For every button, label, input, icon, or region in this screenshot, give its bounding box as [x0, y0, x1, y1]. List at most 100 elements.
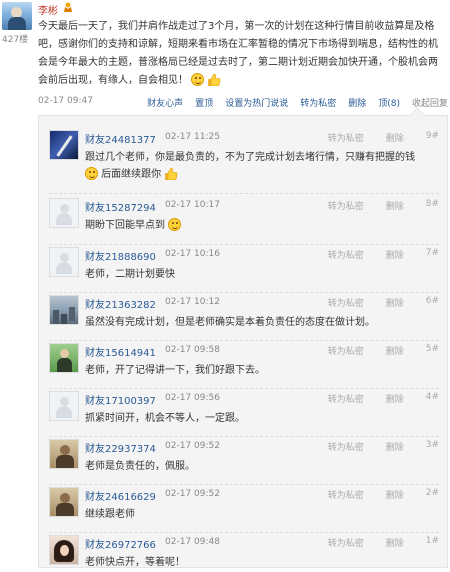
reply-user[interactable]: 财友21888690 — [85, 248, 156, 263]
post-text: 今天最后一天了，我们并肩作战走过了3个月，第一次的计划在这种行情目前收益算是及格… — [38, 21, 438, 86]
divider — [49, 193, 439, 194]
reply-delete-button[interactable]: 删除 — [386, 488, 404, 501]
reply-text: 老师，二期计划要快 — [85, 269, 175, 280]
reply-private-button[interactable]: 转为私密 — [328, 296, 364, 309]
reply-time: 02-17 09:56 — [165, 393, 220, 403]
post-floor-count: 427楼 — [2, 35, 29, 45]
author-avatar[interactable] — [2, 2, 32, 30]
reply-text: 老师，开了记得讲一下，我们好跟下去。 — [85, 365, 265, 376]
divider — [49, 436, 439, 437]
reply-private-button[interactable]: 转为私密 — [328, 392, 364, 405]
reply-item: 财友24616629 02-17 09:52 转为私密 删除 2# 继续跟老师 — [49, 487, 439, 535]
divider — [49, 532, 439, 533]
reply-avatar[interactable] — [49, 295, 79, 325]
author-name[interactable]: 李彬 — [38, 2, 58, 17]
reply-user[interactable]: 财友17100397 — [85, 392, 156, 407]
reply-text: 期盼下回能早点到 — [85, 217, 437, 234]
reply-user[interactable]: 财友24481377 — [85, 131, 156, 146]
reply-item: 财友22937374 02-17 09:52 转为私密 删除 3# 老师是负责任… — [49, 439, 439, 487]
reply-actions: 转为私密 删除 9# — [306, 131, 439, 144]
reply-time: 02-17 10:17 — [165, 200, 220, 210]
reply-floor: 7# — [425, 248, 439, 258]
reply-actions: 转为私密 删除 6# — [306, 296, 439, 309]
reply-text: 老师是负责任的，佩服。 — [85, 461, 195, 472]
reply-private-button[interactable]: 转为私密 — [328, 248, 364, 261]
smile-emoji-icon — [191, 73, 205, 86]
action-pin[interactable]: 置顶 — [195, 96, 213, 109]
reply-item: 财友15614941 02-17 09:58 转为私密 删除 5# 老师，开了记… — [49, 343, 439, 391]
reply-text: 继续跟老师 — [85, 509, 135, 520]
post-actions: 财友心声 置顶 设置为热门说说 转为私密 删除 顶(8) 收起回复 — [135, 96, 448, 109]
reply-floor: 6# — [425, 296, 439, 306]
reply-user[interactable]: 财友24616629 — [85, 488, 156, 503]
reply-floor: 3# — [425, 440, 439, 450]
thumbs-up-icon — [165, 167, 178, 180]
reply-avatar[interactable] — [49, 391, 79, 421]
reply-item: 财友26972766 02-17 09:48 转为私密 删除 1# 老师快点开，… — [49, 535, 439, 568]
reply-actions: 转为私密 删除 5# — [306, 344, 439, 357]
reply-delete-button[interactable]: 删除 — [386, 248, 404, 261]
reply-actions: 转为私密 删除 4# — [306, 392, 439, 405]
reply-item: 财友21363282 02-17 10:12 转为私密 删除 6# 虽然没有完成… — [49, 295, 439, 343]
reply-text: 老师快点开，等着呢！ — [85, 557, 185, 568]
reply-delete-button[interactable]: 删除 — [386, 440, 404, 453]
reply-delete-button[interactable]: 删除 — [386, 296, 404, 309]
reply-delete-button[interactable]: 删除 — [386, 199, 404, 212]
crown-badge-icon — [64, 2, 72, 12]
reply-floor: 2# — [425, 488, 439, 498]
reply-private-button[interactable]: 转为私密 — [328, 440, 364, 453]
smile-emoji-icon — [85, 167, 98, 180]
reply-text-line-2: 后面继续跟你 — [101, 169, 162, 180]
reply-private-button[interactable]: 转为私密 — [328, 344, 364, 357]
reply-delete-button[interactable]: 删除 — [386, 131, 404, 144]
divider — [49, 388, 439, 389]
reply-avatar[interactable] — [49, 439, 79, 469]
reply-avatar[interactable] — [49, 247, 79, 277]
reply-private-button[interactable]: 转为私密 — [328, 488, 364, 501]
reply-floor: 1# — [425, 536, 439, 546]
divider — [49, 244, 439, 245]
reply-avatar[interactable] — [49, 343, 79, 373]
reply-floor: 8# — [425, 199, 439, 209]
reply-user[interactable]: 财友15287294 — [85, 199, 156, 214]
reply-private-button[interactable]: 转为私密 — [328, 536, 364, 549]
reply-delete-button[interactable]: 删除 — [386, 392, 404, 405]
post-meta: 02-17 09:47 财友心声 置顶 设置为热门说说 转为私密 删除 顶(8)… — [38, 96, 448, 110]
reply-text-line: 期盼下回能早点到 — [85, 220, 165, 231]
action-set-hot[interactable]: 设置为热门说说 — [225, 96, 288, 109]
reply-avatar[interactable] — [49, 535, 79, 565]
reply-delete-button[interactable]: 删除 — [386, 344, 404, 357]
action-delete[interactable]: 删除 — [348, 96, 366, 109]
weibo-thread: 427楼 李彬 今天最后一天了，我们并肩作战走过了3个月，第一次的计划在这种行情… — [0, 0, 450, 572]
reply-user[interactable]: 财友22937374 — [85, 440, 156, 455]
reply-actions: 转为私密 删除 8# — [306, 199, 439, 212]
action-upvote[interactable]: 顶(8) — [378, 96, 400, 109]
action-voice[interactable]: 财友心声 — [147, 96, 183, 109]
reply-floor: 5# — [425, 344, 439, 354]
reply-text: 虽然没有完成计划，但是老师确实是本着负责任的态度在做计划。 — [85, 317, 375, 328]
reply-actions: 转为私密 删除 1# — [306, 536, 439, 549]
reply-floor: 4# — [425, 392, 439, 402]
reply-avatar[interactable] — [49, 198, 79, 228]
reply-private-button[interactable]: 转为私密 — [328, 131, 364, 144]
reply-delete-button[interactable]: 删除 — [386, 536, 404, 549]
reply-floor: 9# — [425, 131, 439, 141]
reply-user[interactable]: 财友21363282 — [85, 296, 156, 311]
reply-text: 抓紧时间开，机会不等人，一定跟。 — [85, 413, 245, 424]
divider — [49, 340, 439, 341]
action-private[interactable]: 转为私密 — [300, 96, 336, 109]
reply-list: 财友24481377 02-17 11:25 转为私密 删除 9# 跟过几个老师… — [38, 115, 448, 568]
reply-time: 02-17 09:52 — [165, 489, 220, 499]
reply-time: 02-17 09:58 — [165, 345, 220, 355]
reply-user[interactable]: 财友26972766 — [85, 536, 156, 551]
reply-text-line: 跟过几个老师，你是最负责的，不为了完成计划去堵行情，只赚有把握的钱 — [85, 152, 415, 163]
reply-avatar[interactable] — [49, 487, 79, 517]
post-time: 02-17 09:47 — [38, 96, 93, 106]
reply-private-button[interactable]: 转为私密 — [328, 199, 364, 212]
reply-avatar[interactable] — [49, 130, 79, 160]
divider — [49, 484, 439, 485]
reply-user[interactable]: 财友15614941 — [85, 344, 156, 359]
reply-item: 财友21888690 02-17 10:16 转为私密 删除 7# 老师，二期计… — [49, 247, 439, 295]
reply-time: 02-17 10:16 — [165, 249, 220, 259]
reply-item: 财友24481377 02-17 11:25 转为私密 删除 9# 跟过几个老师… — [49, 130, 439, 190]
